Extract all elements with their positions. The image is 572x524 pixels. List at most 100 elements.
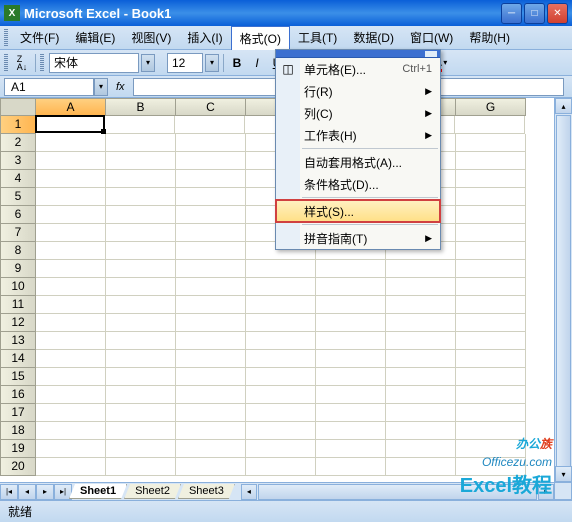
cell[interactable] bbox=[316, 458, 386, 476]
cell[interactable] bbox=[316, 350, 386, 368]
cell[interactable] bbox=[386, 260, 456, 278]
menu-item[interactable]: 单元格(E)...◫Ctrl+1 bbox=[276, 58, 440, 80]
row-header[interactable]: 1 bbox=[0, 116, 36, 134]
toolbar-grip[interactable] bbox=[4, 54, 8, 72]
cell[interactable] bbox=[36, 134, 106, 152]
cell[interactable] bbox=[246, 278, 316, 296]
cell[interactable] bbox=[36, 296, 106, 314]
cell[interactable] bbox=[386, 314, 456, 332]
cell[interactable] bbox=[105, 116, 175, 134]
cell[interactable] bbox=[386, 404, 456, 422]
cell[interactable] bbox=[386, 386, 456, 404]
font-name-selector[interactable]: 宋体 bbox=[49, 53, 139, 73]
tab-nav-first-icon[interactable]: |◂ bbox=[0, 484, 18, 500]
cell[interactable] bbox=[176, 170, 246, 188]
cell[interactable] bbox=[106, 278, 176, 296]
cell[interactable] bbox=[455, 116, 525, 134]
cell[interactable] bbox=[246, 332, 316, 350]
cell[interactable] bbox=[246, 314, 316, 332]
cell[interactable] bbox=[246, 458, 316, 476]
cell[interactable] bbox=[106, 152, 176, 170]
cell[interactable] bbox=[106, 458, 176, 476]
menu-item[interactable]: 工作表(H)▶ bbox=[276, 124, 440, 146]
cell[interactable] bbox=[176, 224, 246, 242]
menu-item[interactable]: 窗口(W) bbox=[402, 26, 461, 50]
cell[interactable] bbox=[176, 458, 246, 476]
cell[interactable] bbox=[456, 386, 526, 404]
row-header[interactable]: 16 bbox=[0, 386, 36, 404]
cell[interactable] bbox=[386, 332, 456, 350]
cell[interactable] bbox=[36, 278, 106, 296]
menu-item[interactable]: 数据(D) bbox=[345, 26, 402, 50]
cell[interactable] bbox=[386, 368, 456, 386]
cell[interactable] bbox=[175, 116, 245, 134]
cell[interactable] bbox=[456, 224, 526, 242]
sheet-tab[interactable]: Sheet3 bbox=[178, 484, 235, 499]
cell[interactable] bbox=[36, 260, 106, 278]
menu-item[interactable]: 行(R)▶ bbox=[276, 80, 440, 102]
name-box[interactable]: A1 bbox=[4, 78, 94, 96]
tab-nav-prev-icon[interactable]: ◂ bbox=[18, 484, 36, 500]
cell[interactable] bbox=[36, 206, 106, 224]
cell[interactable] bbox=[176, 314, 246, 332]
cell[interactable] bbox=[246, 296, 316, 314]
cell[interactable] bbox=[316, 422, 386, 440]
bold-button[interactable]: B bbox=[228, 54, 246, 72]
cell[interactable] bbox=[106, 242, 176, 260]
cell[interactable] bbox=[386, 422, 456, 440]
cell[interactable] bbox=[456, 260, 526, 278]
cell[interactable] bbox=[36, 440, 106, 458]
row-header[interactable]: 8 bbox=[0, 242, 36, 260]
row-header[interactable]: 10 bbox=[0, 278, 36, 296]
cell[interactable] bbox=[36, 152, 106, 170]
cell[interactable] bbox=[176, 188, 246, 206]
row-header[interactable]: 6 bbox=[0, 206, 36, 224]
toolbar-grip[interactable] bbox=[4, 29, 8, 47]
cell[interactable] bbox=[386, 296, 456, 314]
cell[interactable] bbox=[106, 332, 176, 350]
cell[interactable] bbox=[35, 115, 105, 133]
cell[interactable] bbox=[176, 422, 246, 440]
cell[interactable] bbox=[456, 170, 526, 188]
cell[interactable] bbox=[106, 404, 176, 422]
column-header[interactable]: A bbox=[36, 98, 106, 116]
cell[interactable] bbox=[316, 296, 386, 314]
fx-icon[interactable]: fx bbox=[116, 81, 125, 93]
cell[interactable] bbox=[36, 458, 106, 476]
row-header[interactable]: 20 bbox=[0, 458, 36, 476]
cell[interactable] bbox=[106, 260, 176, 278]
scroll-up-icon[interactable]: ▴ bbox=[555, 98, 572, 114]
cell[interactable] bbox=[106, 134, 176, 152]
cell[interactable] bbox=[246, 386, 316, 404]
tab-nav-next-icon[interactable]: ▸ bbox=[36, 484, 54, 500]
menu-item[interactable]: 拼音指南(T)▶ bbox=[276, 227, 440, 249]
cell[interactable] bbox=[316, 314, 386, 332]
cell[interactable] bbox=[106, 422, 176, 440]
horizontal-scrollbar[interactable]: ◂ ▸ bbox=[241, 484, 554, 500]
menu-item[interactable]: 文件(F) bbox=[12, 26, 67, 50]
maximize-button[interactable]: □ bbox=[524, 3, 545, 24]
close-button[interactable]: ✕ bbox=[547, 3, 568, 24]
cell[interactable] bbox=[316, 368, 386, 386]
menu-item[interactable]: 工具(T) bbox=[290, 26, 345, 50]
cell[interactable] bbox=[176, 368, 246, 386]
cell[interactable] bbox=[386, 278, 456, 296]
cell[interactable] bbox=[106, 386, 176, 404]
menu-item[interactable]: 样式(S)... bbox=[275, 199, 441, 223]
cell[interactable] bbox=[106, 206, 176, 224]
cell[interactable] bbox=[176, 242, 246, 260]
cell[interactable] bbox=[246, 260, 316, 278]
scroll-right-icon[interactable]: ▸ bbox=[538, 484, 554, 500]
row-header[interactable]: 9 bbox=[0, 260, 36, 278]
cell[interactable] bbox=[36, 368, 106, 386]
menu-item[interactable]: 视图(V) bbox=[123, 26, 179, 50]
cell[interactable] bbox=[176, 260, 246, 278]
cell[interactable] bbox=[36, 314, 106, 332]
row-header[interactable]: 5 bbox=[0, 188, 36, 206]
select-all-corner[interactable] bbox=[0, 98, 36, 116]
menu-item[interactable]: 帮助(H) bbox=[461, 26, 518, 50]
vscroll-thumb[interactable] bbox=[556, 115, 571, 475]
column-header[interactable]: G bbox=[456, 98, 526, 116]
cell[interactable] bbox=[246, 350, 316, 368]
sheet-tab[interactable]: Sheet2 bbox=[124, 484, 181, 499]
